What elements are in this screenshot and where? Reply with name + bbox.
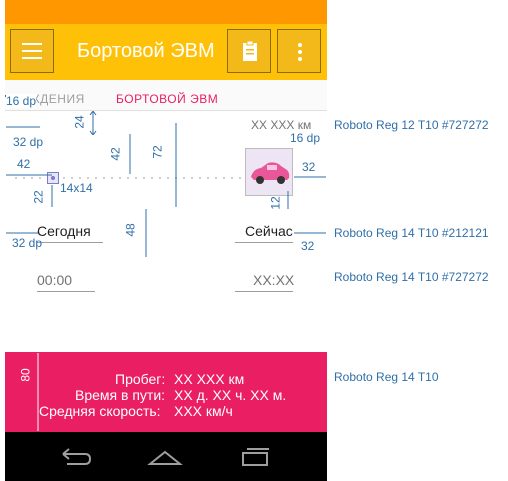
travel-time-label: Время в пути: xyxy=(75,387,166,403)
dim-32-right-bottom: 32 xyxy=(301,239,315,253)
car-icon xyxy=(251,162,290,184)
car-image xyxy=(245,148,293,196)
dim-16dp-left: 16 dp xyxy=(6,94,37,108)
dim-32dp-bottom: 32 dp xyxy=(12,236,43,250)
hamburger-icon xyxy=(22,43,42,64)
start-time-underline xyxy=(37,291,95,292)
stats-panel: Пробег: XX XXX км Время в пути: XX д. XX… xyxy=(5,352,327,432)
dim-arrow-32-right-bottom xyxy=(294,232,326,234)
dim-arrow-42-vertical xyxy=(129,134,131,174)
dim-arrow-12 xyxy=(287,191,289,209)
navigation-bar xyxy=(5,432,327,481)
dim-arrow-32dp-top xyxy=(6,126,40,128)
menu-button[interactable] xyxy=(10,29,54,73)
dim-80: 80 xyxy=(18,368,33,382)
home-icon[interactable] xyxy=(147,446,183,468)
status-bar xyxy=(5,0,327,24)
dim-arrow-72 xyxy=(175,123,177,207)
end-time-input[interactable]: XX:XX xyxy=(253,272,294,288)
dim-14x14: 14x14 xyxy=(60,181,93,195)
dim-arrow-22 xyxy=(51,185,53,207)
dim-48: 48 xyxy=(123,223,138,237)
end-time-underline xyxy=(235,291,293,292)
note-distance-style: Roboto Reg 12 T10 #727272 xyxy=(334,118,489,132)
back-icon[interactable] xyxy=(59,446,93,468)
recents-icon[interactable] xyxy=(237,446,271,468)
note-hint-style: Roboto Reg 14 T10 #727272 xyxy=(334,270,489,284)
note-stats-style: Roboto Reg 14 T10 xyxy=(334,370,439,384)
now-underline xyxy=(235,242,293,243)
dim-arrow-24 xyxy=(89,111,97,135)
clipboard-icon xyxy=(243,40,257,61)
travel-time-value: XX д. XX ч. XX м. xyxy=(174,387,287,403)
dim-arrow-48 xyxy=(145,209,147,257)
clipboard-button[interactable] xyxy=(227,29,271,73)
dim-arrow-42 xyxy=(6,174,52,176)
dim-24: 24 xyxy=(72,115,87,129)
more-button[interactable] xyxy=(277,29,321,73)
dim-42-vertical: 42 xyxy=(108,147,123,161)
dim-42-horizontal: 42 xyxy=(17,157,31,171)
today-label: Сегодня xyxy=(37,223,91,239)
dim-32dp-top: 32 dp xyxy=(13,135,44,149)
start-time-input[interactable]: 00:00 xyxy=(37,272,72,288)
note-label-style: Roboto Reg 14 T10 #212121 xyxy=(334,226,489,240)
dim-16dp-right: 16 dp xyxy=(290,131,321,145)
avg-speed-label: Средняя скорость: xyxy=(39,403,161,419)
mileage-value: XX XXX км xyxy=(174,371,245,387)
content-area: XX XXX км Сегодня Сейчас 00:00 XX:XX xyxy=(5,111,327,352)
dim-72: 72 xyxy=(150,145,165,159)
phone-screen: Бортовой ЭВМ ОЖДЕНИЯ БОРТОВОЙ ЭВМ XX XXX… xyxy=(5,0,327,481)
distance-top-hint: XX XXX км xyxy=(251,118,312,132)
dim-32-right: 32 xyxy=(302,160,316,174)
more-vert-icon xyxy=(298,43,302,61)
tab-bar: ОЖДЕНИЯ БОРТОВОЙ ЭВМ xyxy=(5,80,327,111)
mileage-label: Пробег: xyxy=(115,371,166,387)
app-title: Бортовой ЭВМ xyxy=(77,40,215,62)
avg-speed-value: XXX км/ч xyxy=(174,403,233,419)
dim-12: 12 xyxy=(268,196,283,210)
dim-22: 22 xyxy=(31,190,46,204)
now-label: Сейчас xyxy=(245,223,293,239)
dim-arrow-80 xyxy=(37,353,39,431)
today-underline xyxy=(37,242,103,243)
app-bar: Бортовой ЭВМ xyxy=(5,24,327,80)
tab-onboard-computer[interactable]: БОРТОВОЙ ЭВМ xyxy=(116,92,218,106)
